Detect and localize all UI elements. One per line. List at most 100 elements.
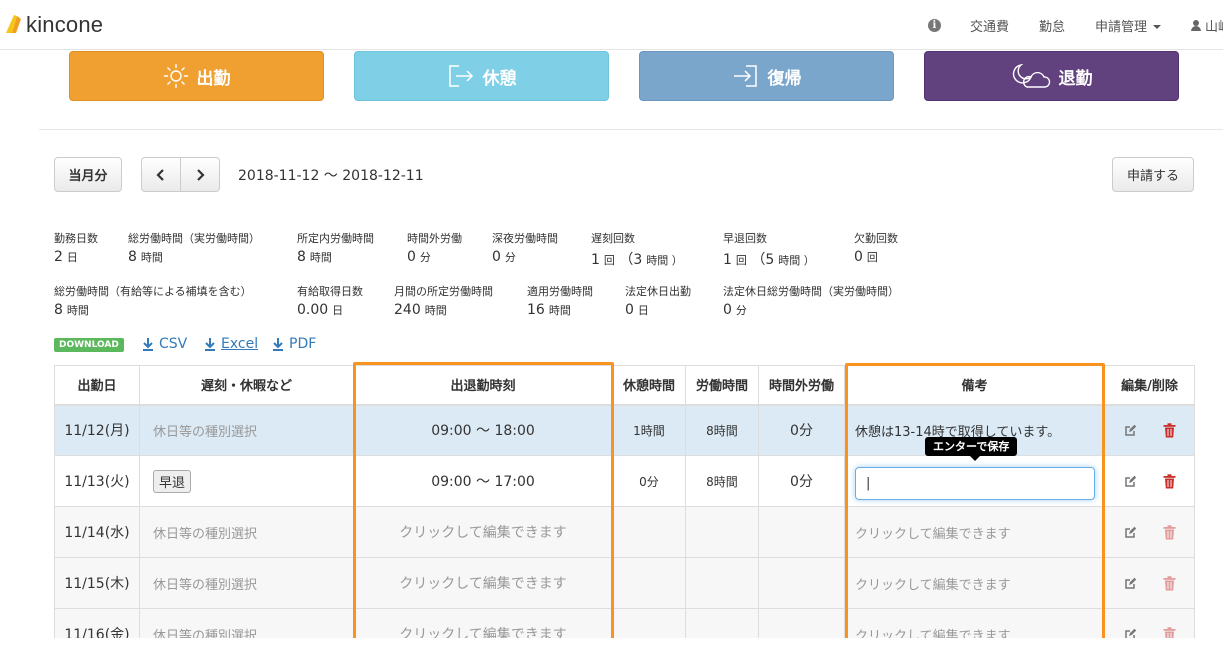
- break-button[interactable]: 休憩: [354, 51, 609, 101]
- apply-button[interactable]: 申請する: [1112, 157, 1194, 192]
- row-type-select[interactable]: 休日等の種別選択: [139, 557, 354, 609]
- stat-value: 1: [723, 252, 732, 268]
- early-leave-tag[interactable]: 早退: [153, 469, 192, 493]
- row-note[interactable]: クリックして編集できます: [844, 557, 1105, 609]
- table-header-row: 出勤日 遅刻・休暇など 出退勤時刻 休憩時間 労働時間 時間外労働 備考 編集/…: [54, 365, 1195, 406]
- row-type-select[interactable]: 休日等の種別選択: [139, 404, 354, 456]
- row-work: 8時間: [685, 404, 759, 456]
- nav-menu: i 交通費 勤怠 申請管理 山崎: [927, 0, 1223, 50]
- stat-scheduled-hours: 所定内労働時間 8 時間: [297, 230, 374, 265]
- trash-icon[interactable]: [1163, 473, 1176, 489]
- row-actions: [1104, 557, 1195, 609]
- row-actions: [1104, 404, 1195, 456]
- return-button[interactable]: 復帰: [639, 51, 894, 101]
- download-csv-link[interactable]: CSV: [142, 336, 187, 352]
- stat-unit: 回: [603, 254, 615, 267]
- stat-extra-value: （3: [619, 252, 643, 268]
- row-time[interactable]: クリックして編集できます: [353, 557, 613, 609]
- row-break: [612, 557, 686, 609]
- stat-unit: 回: [735, 254, 747, 267]
- row-time[interactable]: クリックして編集できます: [353, 506, 613, 558]
- chevron-left-icon: [156, 168, 164, 181]
- attendance-table: 出勤日 遅刻・休暇など 出退勤時刻 休憩時間 労働時間 時間外労働 備考 編集/…: [54, 365, 1195, 645]
- stat-label: 総労働時間（実労働時間）: [128, 232, 260, 245]
- download-icon: [205, 338, 215, 351]
- table-row: 11/13(火) 早退 09:00 〜 17:00 0分 8時間 0分 |: [54, 455, 1195, 507]
- stat-value: 0: [723, 302, 732, 318]
- break-label: 休憩: [482, 68, 517, 89]
- stat-unit: 時間: [548, 304, 571, 317]
- row-actions: [1104, 506, 1195, 558]
- stat-label: 所定内労働時間: [297, 232, 374, 245]
- row-break: 1時間: [612, 404, 686, 456]
- download-pdf-link[interactable]: PDF: [272, 336, 316, 352]
- stat-value: 240: [394, 302, 421, 318]
- download-excel-label: Excel: [221, 336, 259, 352]
- nav-requests-label: 申請管理: [1094, 19, 1147, 35]
- stat-paid-leave: 有給取得日数 0.00 日: [297, 283, 363, 318]
- stat-label: 時間外労働: [407, 232, 462, 245]
- stat-late-night: 深夜労働時間 0分: [492, 230, 558, 265]
- nav-transport[interactable]: 交通費: [970, 16, 1009, 35]
- row-note[interactable]: クリックして編集できます: [844, 506, 1105, 558]
- stat-unit: 分: [735, 304, 747, 317]
- caret-down-icon: [1152, 25, 1161, 29]
- edit-icon[interactable]: [1124, 526, 1137, 539]
- row-date: 11/14(水): [54, 506, 140, 558]
- user-name: 山崎: [1204, 19, 1223, 35]
- leave-button[interactable]: 退勤: [924, 51, 1179, 101]
- stat-early-count: 早退回数 1回 （5 時間 ）: [723, 230, 815, 269]
- stat-unit: 時間: [424, 304, 447, 317]
- row-date: 11/12(月): [54, 404, 140, 456]
- stat-absence-count: 欠勤回数 0回: [854, 230, 898, 265]
- download-pdf-label: PDF: [289, 336, 317, 352]
- row-type-cell[interactable]: 早退: [139, 455, 354, 507]
- download-csv-label: CSV: [159, 336, 188, 352]
- trash-icon[interactable]: [1163, 575, 1176, 591]
- attend-button[interactable]: 出勤: [69, 51, 324, 101]
- stat-extra-value: （5: [751, 252, 775, 268]
- table-row: 11/15(木) 休日等の種別選択 クリックして編集できます クリックして編集で…: [54, 557, 1195, 609]
- nav-attendance[interactable]: 勤怠: [1039, 16, 1065, 35]
- download-excel-link[interactable]: Excel: [204, 336, 258, 352]
- edit-icon[interactable]: [1124, 424, 1137, 437]
- info-icon[interactable]: i: [927, 18, 941, 32]
- header-type: 遅刻・休暇など: [139, 365, 354, 406]
- next-period-button[interactable]: [180, 157, 220, 192]
- chevron-right-icon: [197, 168, 205, 181]
- stat-value: 8: [128, 249, 137, 265]
- nav-requests-dropdown[interactable]: 申請管理: [1095, 16, 1161, 35]
- stat-label: 深夜労働時間: [492, 232, 558, 245]
- edit-icon[interactable]: [1124, 475, 1137, 488]
- stat-extra-unit: 時間 ）: [646, 254, 683, 267]
- user-menu[interactable]: 山崎: [1190, 16, 1223, 35]
- page-cutoff: [0, 638, 1223, 645]
- trash-icon[interactable]: [1163, 524, 1176, 540]
- row-time[interactable]: 09:00 〜 18:00: [353, 404, 613, 456]
- row-date: 11/15(木): [54, 557, 140, 609]
- stat-legal-holiday-days: 法定休日出勤 0日: [625, 283, 691, 318]
- note-input[interactable]: |: [855, 467, 1095, 500]
- stat-unit: 時間: [309, 251, 332, 264]
- stat-total-hours: 総労働時間（実労働時間） 8 時間: [128, 230, 260, 265]
- this-month-button[interactable]: 当月分: [54, 157, 122, 192]
- app-logo[interactable]: kincone: [4, 12, 103, 38]
- divider: [39, 129, 1223, 130]
- user-icon: [1190, 19, 1201, 31]
- stat-label: 法定休日総労働時間（実労働時間）: [723, 285, 899, 298]
- edit-icon[interactable]: [1124, 577, 1137, 590]
- trash-icon[interactable]: [1163, 423, 1176, 438]
- row-type-select[interactable]: 休日等の種別選択: [139, 506, 354, 558]
- stat-value: 8: [54, 302, 63, 318]
- stat-unit: 日: [332, 304, 344, 317]
- row-break: 0分: [612, 455, 686, 507]
- stat-label: 早退回数: [723, 232, 767, 245]
- stat-value: 0.00: [297, 302, 329, 318]
- row-time[interactable]: 09:00 〜 17:00: [353, 455, 613, 507]
- exit-icon: [448, 65, 473, 87]
- download-badge: DOWNLOAD: [54, 338, 124, 352]
- row-work: [685, 506, 759, 558]
- prev-period-button[interactable]: [141, 157, 181, 192]
- enter-icon: [733, 65, 757, 87]
- header-note: 備考: [844, 365, 1105, 406]
